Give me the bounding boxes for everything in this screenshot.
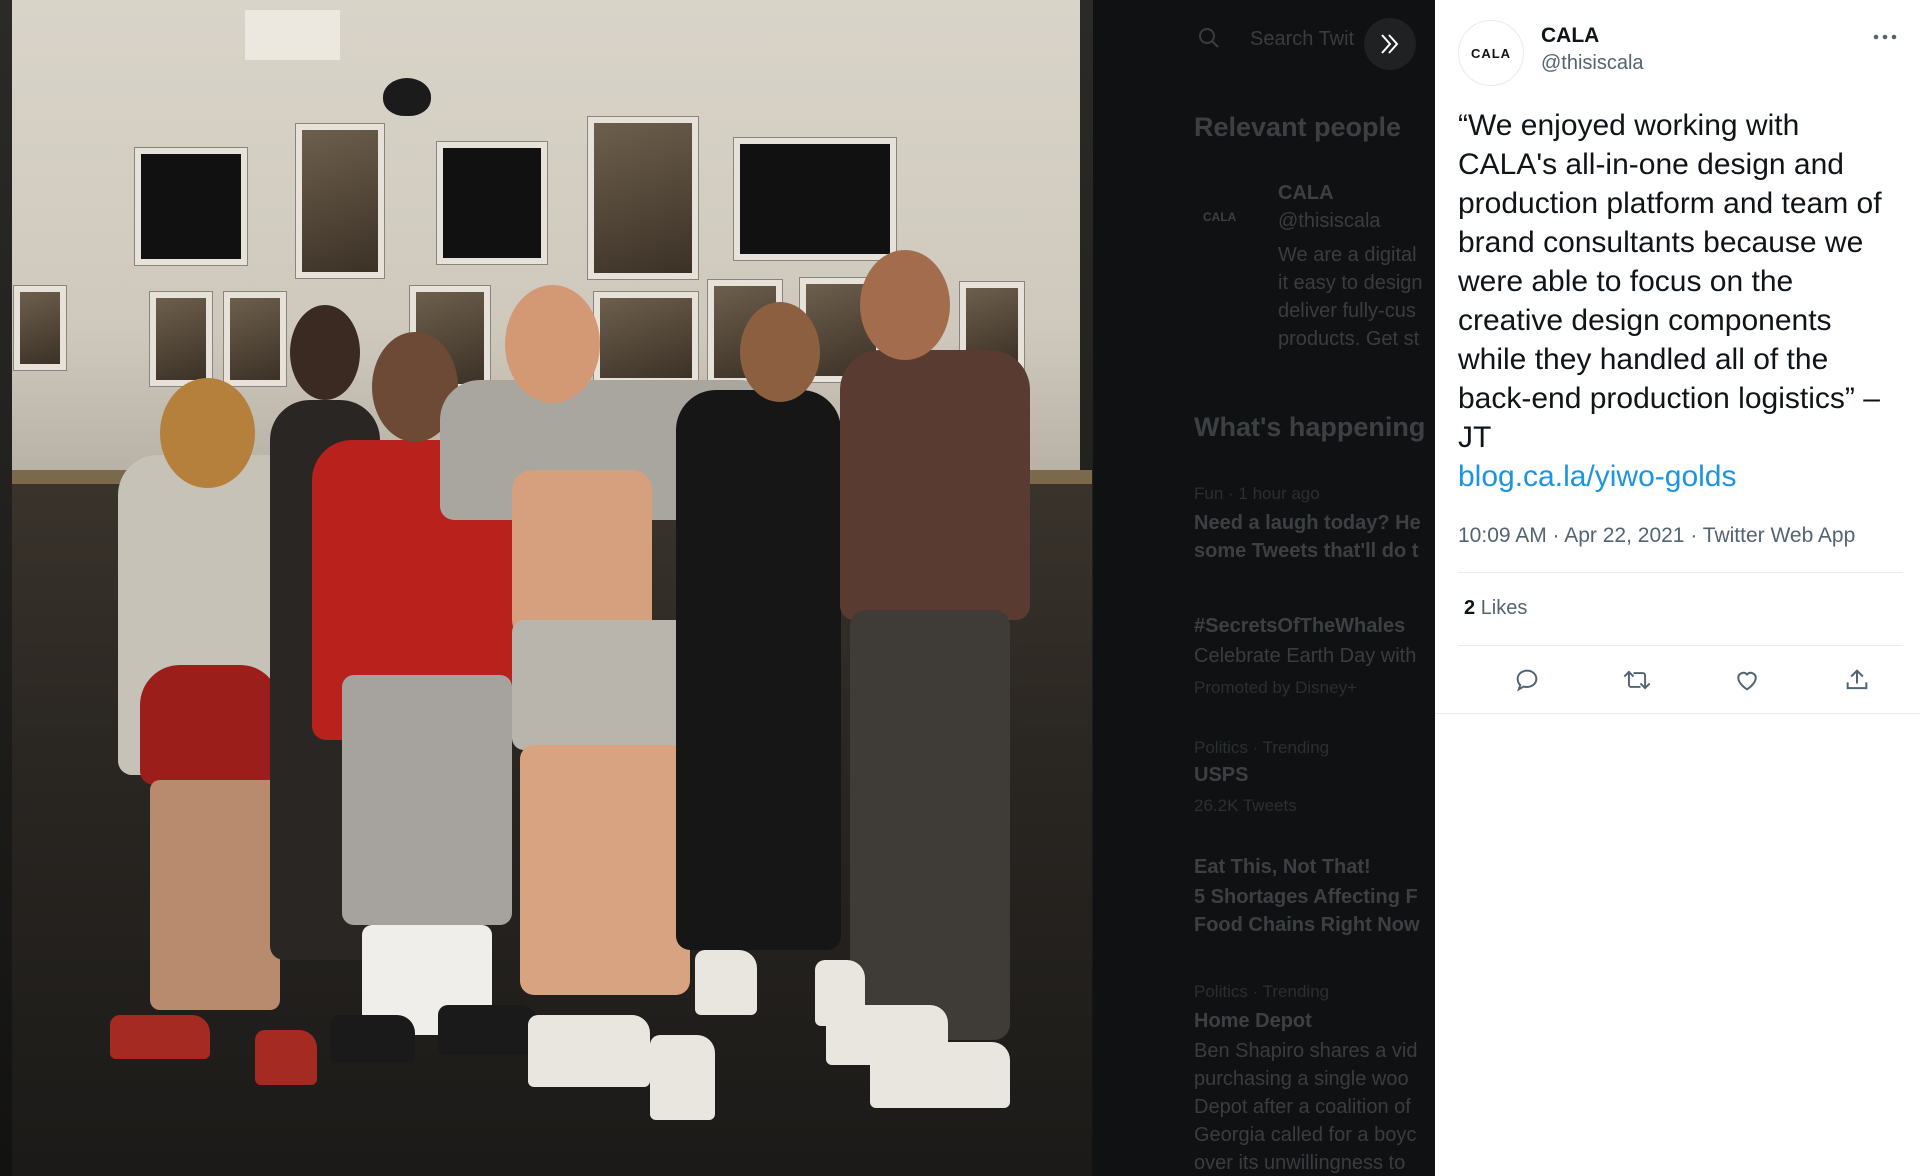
- photo-person-head: [740, 302, 820, 402]
- photo-frame: [296, 124, 384, 278]
- expand-panel-button[interactable]: [1364, 18, 1416, 70]
- likes-count[interactable]: 2 Likes: [1464, 597, 1527, 620]
- divider: [1458, 572, 1903, 573]
- photo-shoe: [255, 1030, 317, 1085]
- rp-bio-line: deliver fully-cus: [1278, 300, 1416, 322]
- likes-label: Likes: [1480, 597, 1528, 619]
- photo-shoe: [870, 1042, 1010, 1108]
- photo-person-pants: [342, 675, 512, 925]
- photo-person-legs: [150, 780, 280, 1010]
- divider: [1458, 645, 1903, 646]
- reply-icon: [1516, 669, 1538, 692]
- search-placeholder: Search Twit: [1250, 28, 1355, 50]
- photo-punching-bag: [383, 78, 431, 116]
- search-icon: [1199, 28, 1219, 48]
- retweet-icon: [1623, 670, 1651, 690]
- photo-person-head: [505, 285, 600, 403]
- trend-title: some Tweets that'll do t: [1194, 540, 1419, 562]
- photo-frame: [14, 286, 66, 370]
- divider: [1435, 713, 1920, 714]
- like-button[interactable]: [1727, 660, 1767, 700]
- likes-number: 2: [1464, 597, 1476, 619]
- avatar-logo-text: CALA: [1470, 45, 1512, 61]
- photo-person-head: [290, 305, 360, 400]
- rp-bio-line: it easy to design: [1278, 272, 1423, 294]
- trend-meta: Politics · Trending: [1194, 982, 1330, 1001]
- photo-person-pants: [850, 610, 1010, 1040]
- photo-frame: [588, 117, 698, 279]
- trend-desc: Celebrate Earth Day with: [1194, 645, 1417, 667]
- share-button[interactable]: [1837, 660, 1877, 700]
- photo-shoe: [650, 1035, 715, 1120]
- photo-person-hoodie: [676, 390, 841, 950]
- reply-button[interactable]: [1507, 660, 1547, 700]
- author-handle[interactable]: @thisiscala: [1541, 52, 1644, 75]
- trend-count: 26.2K Tweets: [1194, 796, 1297, 815]
- photo-shoe: [330, 1015, 415, 1063]
- more-icon[interactable]: [1872, 20, 1898, 48]
- retweet-button[interactable]: [1617, 660, 1657, 700]
- whats-happening-title: What's happening: [1194, 412, 1426, 442]
- trend-title: 5 Shortages Affecting F: [1194, 886, 1418, 908]
- rp-bio-line: We are a digital: [1278, 244, 1417, 266]
- tweet-detail-panel: CALA CALA @thisiscala “We enjoyed workin…: [1435, 0, 1920, 1176]
- trend-desc: Georgia called for a boyc: [1194, 1124, 1417, 1146]
- relevant-people-title: Relevant people: [1194, 112, 1402, 142]
- photo-shoe: [438, 1005, 538, 1055]
- photo-frame: [594, 292, 698, 384]
- tweet-text: “We enjoyed working with CALA's all-in-o…: [1458, 109, 1882, 454]
- trend-promo: Promoted by Disney+: [1194, 678, 1357, 697]
- rp-bio-line: products. Get st: [1278, 328, 1420, 350]
- trend-title: USPS: [1194, 764, 1249, 786]
- rp-avatar-text: CALA: [1203, 210, 1237, 224]
- trend-desc: Depot after a coalition of: [1194, 1096, 1411, 1118]
- photo-person-head: [860, 250, 950, 360]
- photo-frame: [437, 142, 547, 264]
- tweet-photo[interactable]: [0, 0, 1093, 1176]
- trend-title: #SecretsOfTheWhales: [1194, 615, 1406, 637]
- trend-meta: Eat This, Not That!: [1194, 856, 1371, 878]
- photo-frame: [734, 138, 896, 260]
- share-icon: [1846, 669, 1868, 690]
- trend-meta: Politics · Trending: [1194, 738, 1330, 757]
- trend-desc: over its unwillingness to: [1194, 1152, 1406, 1174]
- avatar[interactable]: CALA: [1458, 20, 1524, 86]
- photo-frame: [135, 148, 247, 265]
- background-sidebar: Search Twit Relevant people CALA CALA @t…: [1093, 0, 1435, 1176]
- photo-person-head: [160, 378, 255, 488]
- photo-person-legs: [520, 745, 690, 995]
- double-chevron-right-icon: [1381, 34, 1399, 54]
- photo-person-tank: [840, 350, 1030, 620]
- tweet-link[interactable]: blog.ca.la/yiwo-golds: [1458, 457, 1903, 496]
- tweet-text-block: “We enjoyed working with CALA's all-in-o…: [1458, 106, 1903, 496]
- more-icon-glyph: [1873, 34, 1897, 40]
- trend-desc: purchasing a single woo: [1194, 1068, 1409, 1090]
- trend-title: Food Chains Right Now: [1194, 914, 1420, 936]
- tweet-actions: [1458, 660, 1903, 700]
- tweet-timestamp[interactable]: 10:09 AM · Apr 22, 2021 · Twitter Web Ap…: [1458, 524, 1855, 548]
- like-icon: [1737, 671, 1757, 691]
- photo-person-torso: [512, 470, 652, 640]
- trend-title: Need a laugh today? He: [1194, 512, 1421, 534]
- photo-shoe: [110, 1015, 210, 1059]
- trend-title: Home Depot: [1194, 1010, 1312, 1032]
- photo-frame: [150, 292, 212, 386]
- rp-name: CALA: [1278, 182, 1334, 204]
- trend-meta: Fun · 1 hour ago: [1194, 484, 1320, 503]
- photo-frame: [224, 292, 286, 386]
- photo-person-shorts: [140, 665, 280, 785]
- photo-shoe: [695, 950, 757, 1015]
- trend-desc: Ben Shapiro shares a vid: [1194, 1040, 1418, 1062]
- photo-person-shorts: [512, 620, 692, 750]
- author-name[interactable]: CALA: [1541, 24, 1599, 48]
- photo-ceiling-fixture: [245, 10, 340, 60]
- rp-handle: @thisiscala: [1278, 210, 1381, 232]
- photo-shoe: [528, 1015, 650, 1087]
